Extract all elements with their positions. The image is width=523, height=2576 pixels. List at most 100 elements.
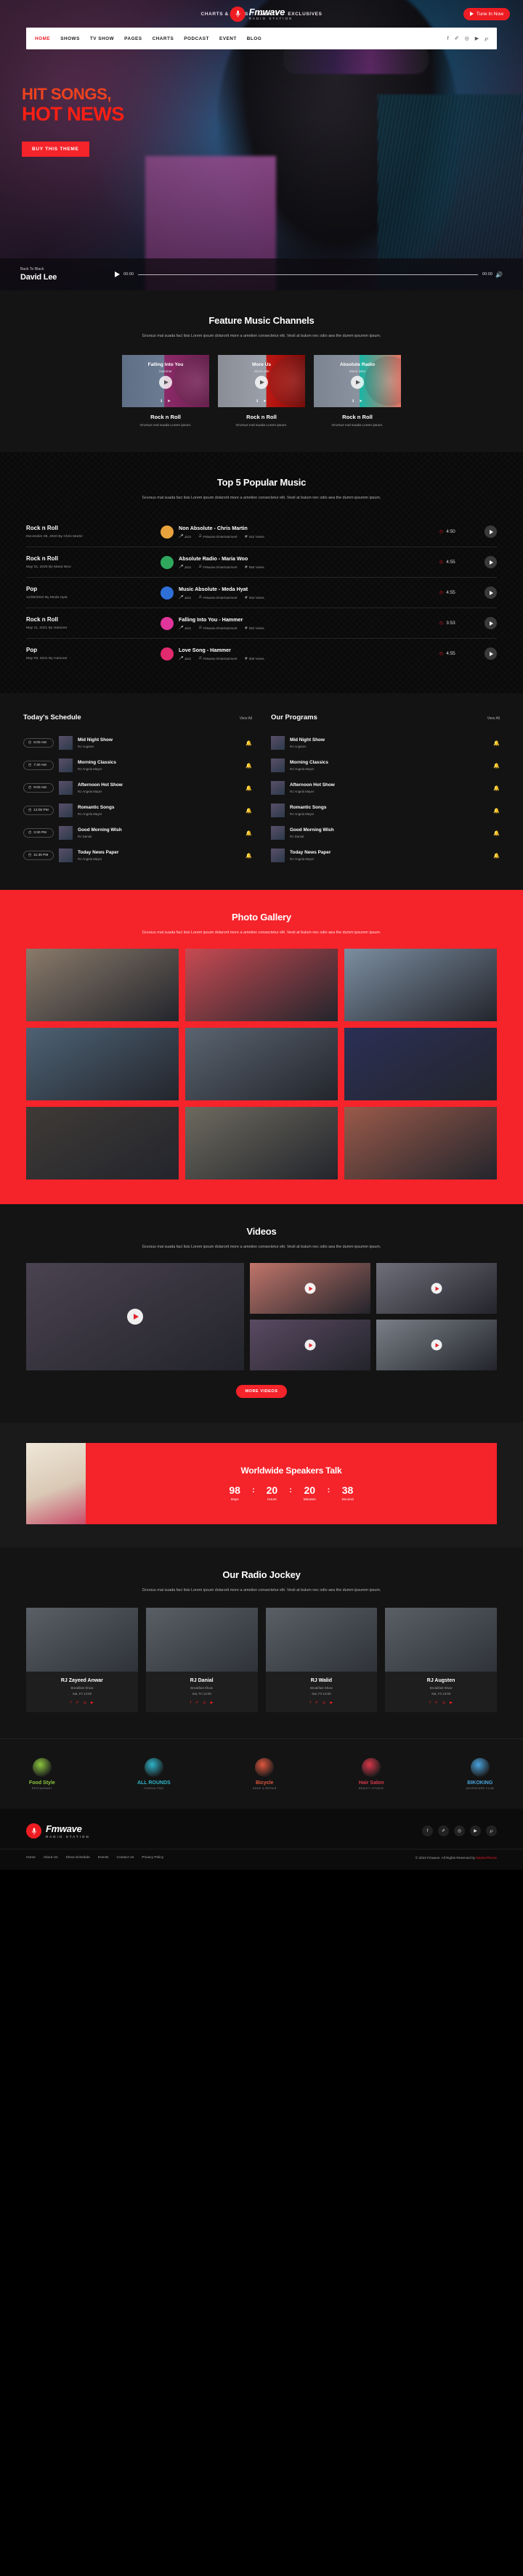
bell-icon[interactable]: 🔔 — [493, 853, 500, 859]
tune-in-button[interactable]: Tune In Now — [463, 7, 510, 20]
footer-link[interactable]: Privacy Policy — [142, 1856, 163, 1860]
bell-icon[interactable]: 🔔 — [246, 853, 252, 859]
play-button[interactable] — [485, 647, 497, 661]
player-play-icon[interactable] — [115, 271, 120, 277]
nav-item-pages[interactable]: PAGES — [124, 36, 142, 41]
brand-logo[interactable]: Hair Salon BEAUTY STUDIO — [359, 1758, 384, 1790]
nav-item-charts[interactable]: CHARTS — [153, 36, 174, 41]
share-icon[interactable]: ➤ — [167, 399, 171, 404]
nav-item-home[interactable]: HOME — [35, 36, 50, 41]
youtube-icon[interactable]: ▶ — [211, 1701, 214, 1705]
twitter-icon[interactable]: ✐ — [435, 1701, 438, 1705]
twitter-icon[interactable]: ✐ — [76, 1701, 78, 1705]
bell-icon[interactable]: 🔔 — [246, 763, 252, 769]
list-item[interactable]: ◴ 12:00 PM Romantic Songs RJ Angela Mayer 🔔 — [23, 799, 252, 822]
footer-link[interactable]: Contact Us — [117, 1856, 134, 1860]
gallery-photo[interactable] — [344, 949, 497, 1022]
jockey-card[interactable]: RJ Danial Breakfast Show Sat, Fri 13:00 f ✐ ◎… — [145, 1608, 258, 1713]
facebook-icon[interactable]: f — [190, 1701, 191, 1705]
list-item[interactable]: Today News Paper RJ Angela Mayer 🔔 — [271, 844, 500, 867]
bell-icon[interactable]: 🔔 — [246, 830, 252, 836]
play-button[interactable] — [485, 556, 497, 569]
gallery-photo[interactable] — [185, 1107, 338, 1180]
jockey-card[interactable]: RJ Augsten Breakfast Show Sat, Fri 13:00 f ✐… — [385, 1608, 497, 1713]
gallery-photo[interactable] — [26, 1107, 179, 1180]
bell-icon[interactable]: 🔔 — [493, 763, 500, 769]
gallery-photo[interactable] — [344, 1028, 497, 1101]
instagram-icon[interactable]: ◎ — [323, 1701, 325, 1705]
bell-icon[interactable]: 🔔 — [493, 740, 500, 746]
play-icon[interactable] — [431, 1339, 442, 1351]
twitter-icon[interactable]: ✐ — [455, 36, 459, 41]
video-tile[interactable] — [250, 1320, 370, 1371]
instagram-icon[interactable]: ◎ — [465, 36, 469, 41]
list-item[interactable]: ◴ 3:30 PM Good Morning Wish RJ Danial 🔔 — [23, 822, 252, 844]
play-icon[interactable] — [351, 375, 364, 389]
programs-view-all[interactable]: View All — [487, 716, 500, 721]
channel-card[interactable]: Falling Into You Hammer ℹ ➤ Rock n Roll G… — [122, 355, 209, 428]
play-button[interactable] — [485, 586, 497, 600]
brand-logo[interactable]: Food Style RESTAURANT — [29, 1758, 55, 1790]
footer-logo[interactable]: Fmwave RADIO STATION — [26, 1823, 90, 1839]
schedule-view-all[interactable]: View All — [240, 716, 252, 721]
footer-link[interactable]: About Us — [44, 1856, 58, 1860]
instagram-icon[interactable]: ◎ — [454, 1825, 465, 1837]
facebook-icon[interactable]: f — [429, 1701, 430, 1705]
channel-card[interactable]: More Us Jhone Alle ℹ ➤ Rock n Roll Grursu… — [218, 355, 305, 428]
more-videos-button[interactable]: MORE VIDEOS — [235, 1385, 288, 1399]
share-icon[interactable]: ➤ — [359, 399, 362, 404]
facebook-icon[interactable]: f — [447, 36, 449, 41]
twitter-icon[interactable]: ✐ — [438, 1825, 449, 1837]
list-item[interactable]: Good Morning Wish RJ Danial 🔔 — [271, 822, 500, 844]
jockey-card[interactable]: RJ Walid Breakfast Show Sat, Fri 13:00 f ✐ ◎ ▶ — [265, 1608, 378, 1713]
play-icon[interactable] — [127, 1309, 143, 1325]
list-item[interactable]: Afternoon Hot Show RJ Angela Mayer 🔔 — [271, 777, 500, 799]
instagram-icon[interactable]: ◎ — [442, 1701, 445, 1705]
player-progress-slider[interactable] — [138, 274, 479, 275]
nav-item-event[interactable]: EVENT — [219, 36, 237, 41]
video-tile[interactable] — [376, 1263, 497, 1314]
video-tile[interactable] — [376, 1320, 497, 1371]
twitter-icon[interactable]: ✐ — [315, 1701, 318, 1705]
youtube-icon[interactable]: ▶ — [450, 1701, 453, 1705]
list-item[interactable]: Mid Night Show RJ Augsten 🔔 — [271, 732, 500, 754]
bell-icon[interactable]: 🔔 — [493, 808, 500, 814]
footer-link[interactable]: Events — [98, 1856, 109, 1860]
buy-theme-button[interactable]: BUY THIS THEME — [22, 142, 89, 158]
instagram-icon[interactable]: ◎ — [84, 1701, 86, 1705]
bell-icon[interactable]: 🔔 — [246, 785, 252, 791]
info-icon[interactable]: ℹ — [352, 399, 354, 404]
twitter-icon[interactable]: ✐ — [195, 1701, 198, 1705]
volume-icon[interactable]: 🔊 — [495, 271, 503, 278]
jockey-card[interactable]: RJ Zayeed Anwar Breakfast Show Sat, Fri 13… — [26, 1608, 138, 1713]
play-icon[interactable] — [255, 375, 268, 389]
bell-icon[interactable]: 🔔 — [493, 785, 500, 791]
list-item[interactable]: ◴ 9:00 AM Afternoon Hot Show RJ Angela Maye… — [23, 777, 252, 799]
youtube-icon[interactable]: ▶ — [475, 36, 479, 41]
info-icon[interactable]: ℹ — [161, 399, 162, 404]
bell-icon[interactable]: 🔔 — [246, 808, 252, 814]
nav-item-podcast[interactable]: PODCAST — [184, 36, 209, 41]
share-icon[interactable]: ➤ — [263, 399, 267, 404]
play-icon[interactable] — [304, 1339, 316, 1351]
youtube-icon[interactable]: ▶ — [330, 1701, 333, 1705]
youtube-icon[interactable]: ▶ — [470, 1825, 481, 1837]
brand-logo[interactable]: Bicycle SHOP & REPAIR — [253, 1758, 277, 1790]
channel-card[interactable]: Absolute Radio Maria Woo ℹ ➤ Rock n Roll … — [314, 355, 401, 428]
bell-icon[interactable]: 🔔 — [246, 740, 252, 746]
facebook-icon[interactable]: f — [309, 1701, 310, 1705]
footer-link[interactable]: Home — [26, 1856, 36, 1860]
facebook-icon[interactable]: f — [70, 1701, 71, 1705]
video-tile-main[interactable] — [26, 1263, 244, 1371]
gallery-photo[interactable] — [185, 1028, 338, 1101]
video-tile[interactable] — [250, 1263, 370, 1314]
topbar-link-exclusives[interactable]: EXCLUSIVES — [288, 12, 322, 17]
play-button[interactable] — [485, 617, 497, 630]
gallery-photo[interactable] — [26, 1028, 179, 1101]
list-item[interactable]: ◴ 11:30 PM Today News Paper RJ Angela Mayer… — [23, 844, 252, 867]
info-icon[interactable]: ℹ — [256, 399, 258, 404]
instagram-icon[interactable]: ◎ — [203, 1701, 206, 1705]
pinterest-icon[interactable]: ℘ — [486, 1825, 497, 1837]
nav-item-blog[interactable]: BLOG — [247, 36, 262, 41]
brand-logo[interactable]: BIKOKING ADVENTURE CLUB — [466, 1758, 494, 1790]
